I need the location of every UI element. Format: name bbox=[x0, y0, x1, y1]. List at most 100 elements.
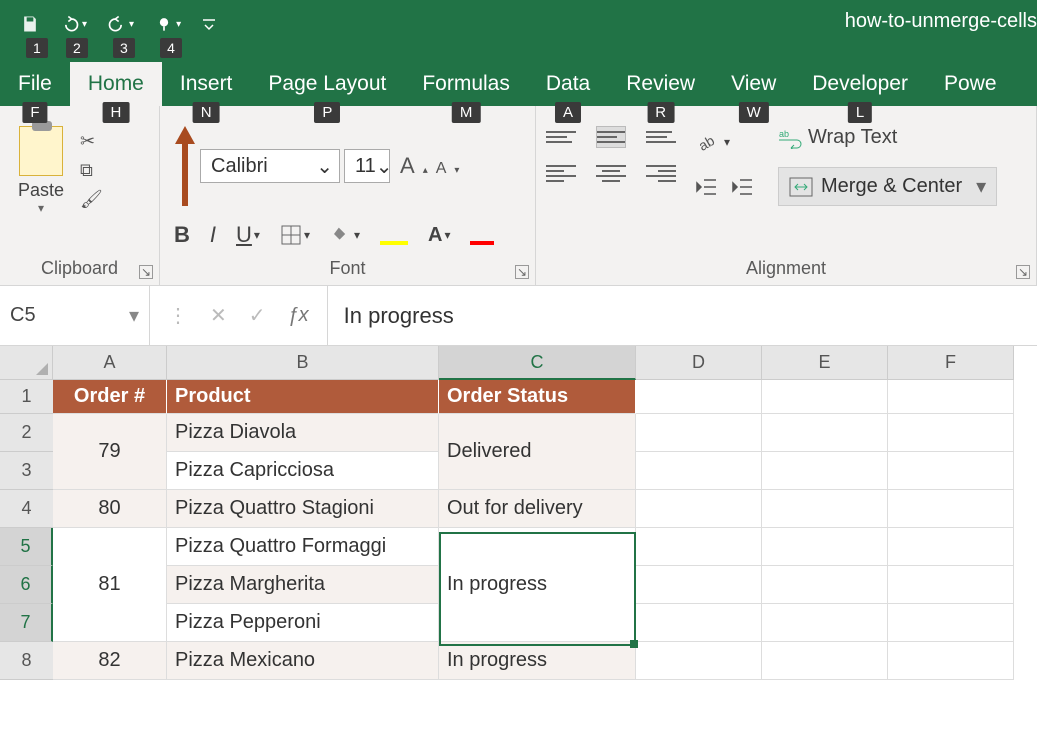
format-painter-icon[interactable]: 🖌 bbox=[80, 189, 103, 210]
cell[interactable] bbox=[636, 490, 762, 528]
orientation-button[interactable]: ab▾ bbox=[696, 130, 754, 154]
table-header-cell[interactable]: Order Status bbox=[439, 380, 636, 414]
tab-power[interactable]: Powe bbox=[926, 62, 1015, 106]
cell[interactable]: Pizza Mexicano bbox=[167, 642, 439, 680]
cell[interactable]: Pizza Quattro Stagioni bbox=[167, 490, 439, 528]
increase-indent-button[interactable] bbox=[732, 178, 754, 196]
enter-icon[interactable]: ✓ bbox=[249, 303, 266, 328]
qat-customize[interactable] bbox=[201, 16, 217, 32]
cell[interactable]: In progress bbox=[439, 642, 636, 680]
merge-center-button[interactable]: Merge & Center ▾ bbox=[778, 167, 997, 206]
row-header[interactable]: 5 bbox=[0, 528, 53, 566]
col-header[interactable]: A bbox=[53, 346, 167, 380]
wrap-text-button[interactable]: ab Wrap Text bbox=[778, 126, 997, 149]
row-header[interactable]: 1 bbox=[0, 380, 53, 414]
table-header-cell[interactable]: Product bbox=[167, 380, 439, 414]
name-box[interactable]: C5 ▾ bbox=[0, 286, 150, 345]
cell[interactable] bbox=[888, 604, 1014, 642]
chevron-down-icon[interactable]: ▾ bbox=[129, 19, 134, 30]
font-name-select[interactable]: Calibri ⌄ bbox=[200, 149, 340, 183]
cell[interactable]: Pizza Pepperoni bbox=[167, 604, 439, 642]
col-header[interactable]: C bbox=[439, 346, 636, 380]
cell[interactable] bbox=[762, 414, 888, 452]
cell[interactable] bbox=[636, 414, 762, 452]
row-header[interactable]: 4 bbox=[0, 490, 53, 528]
cell[interactable] bbox=[762, 380, 888, 414]
cell[interactable] bbox=[762, 642, 888, 680]
cancel-icon[interactable]: ✕ bbox=[210, 303, 227, 328]
cell[interactable]: Pizza Diavola bbox=[167, 414, 439, 452]
cell[interactable]: Pizza Quattro Formaggi bbox=[167, 528, 439, 566]
cell[interactable]: Out for delivery bbox=[439, 490, 636, 528]
cell[interactable] bbox=[762, 528, 888, 566]
cell[interactable]: 81 bbox=[53, 528, 167, 642]
align-bottom-button[interactable] bbox=[646, 126, 676, 148]
increase-font-icon[interactable]: A bbox=[400, 153, 415, 179]
tab-formulas[interactable]: Formulas M bbox=[404, 62, 528, 106]
font-size-select[interactable]: 11 ⌄ bbox=[344, 149, 390, 183]
copy-icon[interactable]: ⧉ bbox=[80, 160, 103, 181]
italic-button[interactable]: I bbox=[210, 222, 216, 248]
paste-button[interactable]: Paste ▾ bbox=[10, 126, 72, 215]
row-header[interactable]: 8 bbox=[0, 642, 53, 680]
qat-undo[interactable]: ▾ 2 bbox=[60, 14, 87, 34]
dialog-launcher-icon[interactable]: ↘ bbox=[515, 265, 529, 279]
cell[interactable]: Delivered bbox=[439, 414, 636, 490]
tab-view[interactable]: View W bbox=[713, 62, 794, 106]
chevron-down-icon[interactable]: ▾ bbox=[129, 303, 139, 328]
cell[interactable] bbox=[888, 414, 1014, 452]
handle-icon[interactable]: ⋮ bbox=[168, 303, 188, 328]
font-color-button[interactable]: A▾ bbox=[428, 224, 450, 247]
row-header[interactable]: 3 bbox=[0, 452, 53, 490]
cell[interactable] bbox=[888, 566, 1014, 604]
chevron-down-icon[interactable]: ▾ bbox=[176, 19, 181, 30]
cell[interactable] bbox=[888, 380, 1014, 414]
col-header[interactable]: B bbox=[167, 346, 439, 380]
dialog-launcher-icon[interactable]: ↘ bbox=[139, 265, 153, 279]
tab-insert[interactable]: Insert N bbox=[162, 62, 251, 106]
cell[interactable] bbox=[636, 528, 762, 566]
tab-review[interactable]: Review R bbox=[608, 62, 713, 106]
col-header[interactable]: F bbox=[888, 346, 1014, 380]
dialog-launcher-icon[interactable]: ↘ bbox=[1016, 265, 1030, 279]
cell[interactable]: Pizza Margherita bbox=[167, 566, 439, 604]
decrease-indent-button[interactable] bbox=[696, 178, 718, 196]
decrease-font-icon[interactable]: A bbox=[436, 160, 447, 178]
cell[interactable] bbox=[762, 490, 888, 528]
cell[interactable] bbox=[888, 528, 1014, 566]
cell[interactable] bbox=[636, 642, 762, 680]
tab-data[interactable]: Data A bbox=[528, 62, 608, 106]
fx-icon[interactable]: ƒx bbox=[288, 304, 309, 327]
align-top-button[interactable] bbox=[546, 126, 576, 148]
cell[interactable] bbox=[762, 604, 888, 642]
align-right-button[interactable] bbox=[646, 162, 676, 184]
table-header-cell[interactable]: Order # bbox=[53, 380, 167, 414]
tab-page-layout[interactable]: Page Layout P bbox=[250, 62, 404, 106]
cell[interactable] bbox=[888, 490, 1014, 528]
tab-developer[interactable]: Developer L bbox=[794, 62, 926, 106]
cell[interactable] bbox=[888, 452, 1014, 490]
cell[interactable] bbox=[762, 452, 888, 490]
qat-save[interactable]: 1 bbox=[20, 14, 40, 34]
col-header[interactable]: D bbox=[636, 346, 762, 380]
chevron-down-icon[interactable]: ▾ bbox=[82, 19, 87, 30]
formula-input[interactable]: In progress bbox=[328, 286, 1037, 345]
cell[interactable] bbox=[636, 604, 762, 642]
fill-color-button[interactable]: ▾ bbox=[330, 226, 360, 244]
cell[interactable]: 79 bbox=[53, 414, 167, 490]
cut-icon[interactable]: ✂ bbox=[80, 131, 103, 152]
tab-file[interactable]: File F bbox=[0, 62, 70, 106]
cell[interactable]: 82 bbox=[53, 642, 167, 680]
cell[interactable]: 80 bbox=[53, 490, 167, 528]
tab-home[interactable]: Home H bbox=[70, 62, 162, 106]
cell[interactable] bbox=[888, 642, 1014, 680]
cell[interactable]: Pizza Capricciosa bbox=[167, 452, 439, 490]
row-header[interactable]: 6 bbox=[0, 566, 53, 604]
underline-button[interactable]: U▾ bbox=[236, 222, 260, 248]
align-left-button[interactable] bbox=[546, 162, 576, 184]
cell[interactable] bbox=[762, 566, 888, 604]
select-all-corner[interactable] bbox=[0, 346, 53, 380]
cell-selected[interactable]: In progress bbox=[439, 528, 636, 642]
cell[interactable] bbox=[636, 380, 762, 414]
cell[interactable] bbox=[636, 566, 762, 604]
